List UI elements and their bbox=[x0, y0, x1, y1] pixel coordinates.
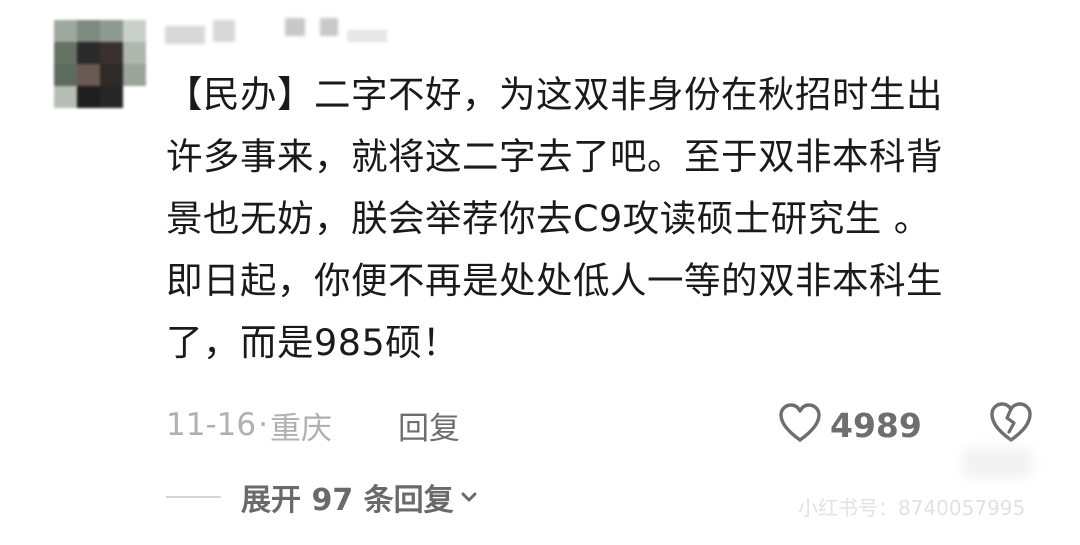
comment-line: 即日起，你便不再是处处低人一等的双非本科生 bbox=[166, 259, 943, 302]
heart-outline-icon[interactable] bbox=[778, 402, 822, 448]
expand-replies-label: 展开 97 条回复 bbox=[241, 483, 454, 518]
expand-replies-button[interactable]: 展开 97 条回复 bbox=[241, 475, 480, 519]
comment-line: 许多事来，就将这二字去了吧。至于双非本科背 bbox=[166, 135, 943, 178]
like-count: 4989 bbox=[830, 405, 922, 445]
divider-line bbox=[166, 496, 221, 498]
watermark: 小红书号：8740057995 bbox=[798, 496, 1026, 520]
comment-location: 重庆 bbox=[269, 410, 332, 447]
meta-separator: · bbox=[258, 407, 268, 443]
comment-text: 【民办】二字不好，为这双非身份在秋招时生出 许多事来，就将这二字去了吧。至于双非… bbox=[166, 64, 1026, 374]
username-obscured[interactable] bbox=[165, 16, 395, 46]
chevron-down-icon bbox=[461, 492, 477, 502]
expand-replies-row: 展开 97 条回复 bbox=[166, 472, 480, 522]
reply-button[interactable]: 回复 bbox=[398, 400, 460, 450]
comment-date: 11-16 bbox=[166, 407, 257, 443]
comment-line: 了，而是985硕！ bbox=[166, 321, 460, 364]
comment-meta: 11-16 · 重庆 bbox=[166, 400, 332, 450]
comment-line: 景也无妨，朕会举荐你去C9攻读硕士研究生 。 bbox=[166, 197, 931, 240]
comment-line: 【民办】二字不好，为这双非身份在秋招时生出 bbox=[166, 73, 943, 116]
broken-heart-icon[interactable] bbox=[988, 400, 1034, 446]
avatar[interactable] bbox=[54, 20, 146, 108]
comment-card: 【民办】二字不好，为这双非身份在秋招时生出 许多事来，就将这二字去了吧。至于双非… bbox=[0, 0, 1080, 545]
like-button[interactable]: 4989 bbox=[778, 398, 922, 452]
background-blur bbox=[962, 448, 1032, 478]
